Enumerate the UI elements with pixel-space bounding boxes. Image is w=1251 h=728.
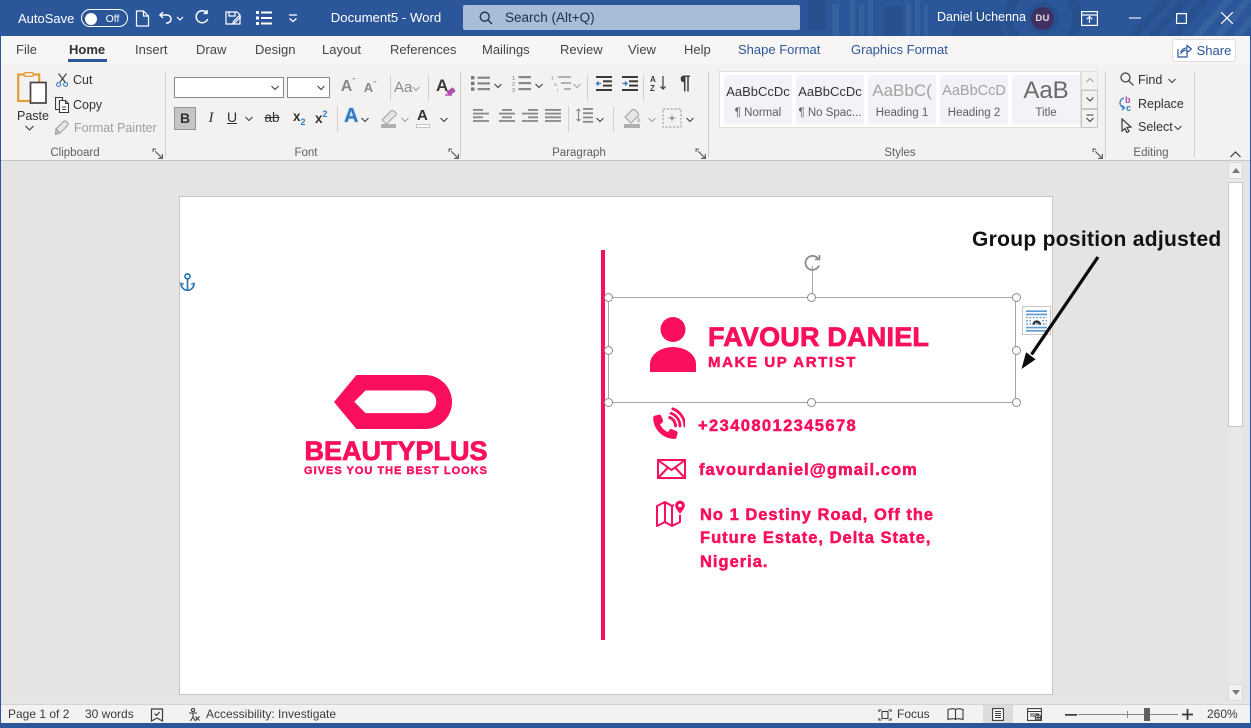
svg-text:c: c bbox=[1126, 103, 1131, 112]
svg-text:3: 3 bbox=[512, 88, 515, 92]
svg-text:i: i bbox=[557, 88, 558, 92]
svg-text:A: A bbox=[650, 75, 656, 84]
svg-text:Z: Z bbox=[650, 84, 655, 92]
